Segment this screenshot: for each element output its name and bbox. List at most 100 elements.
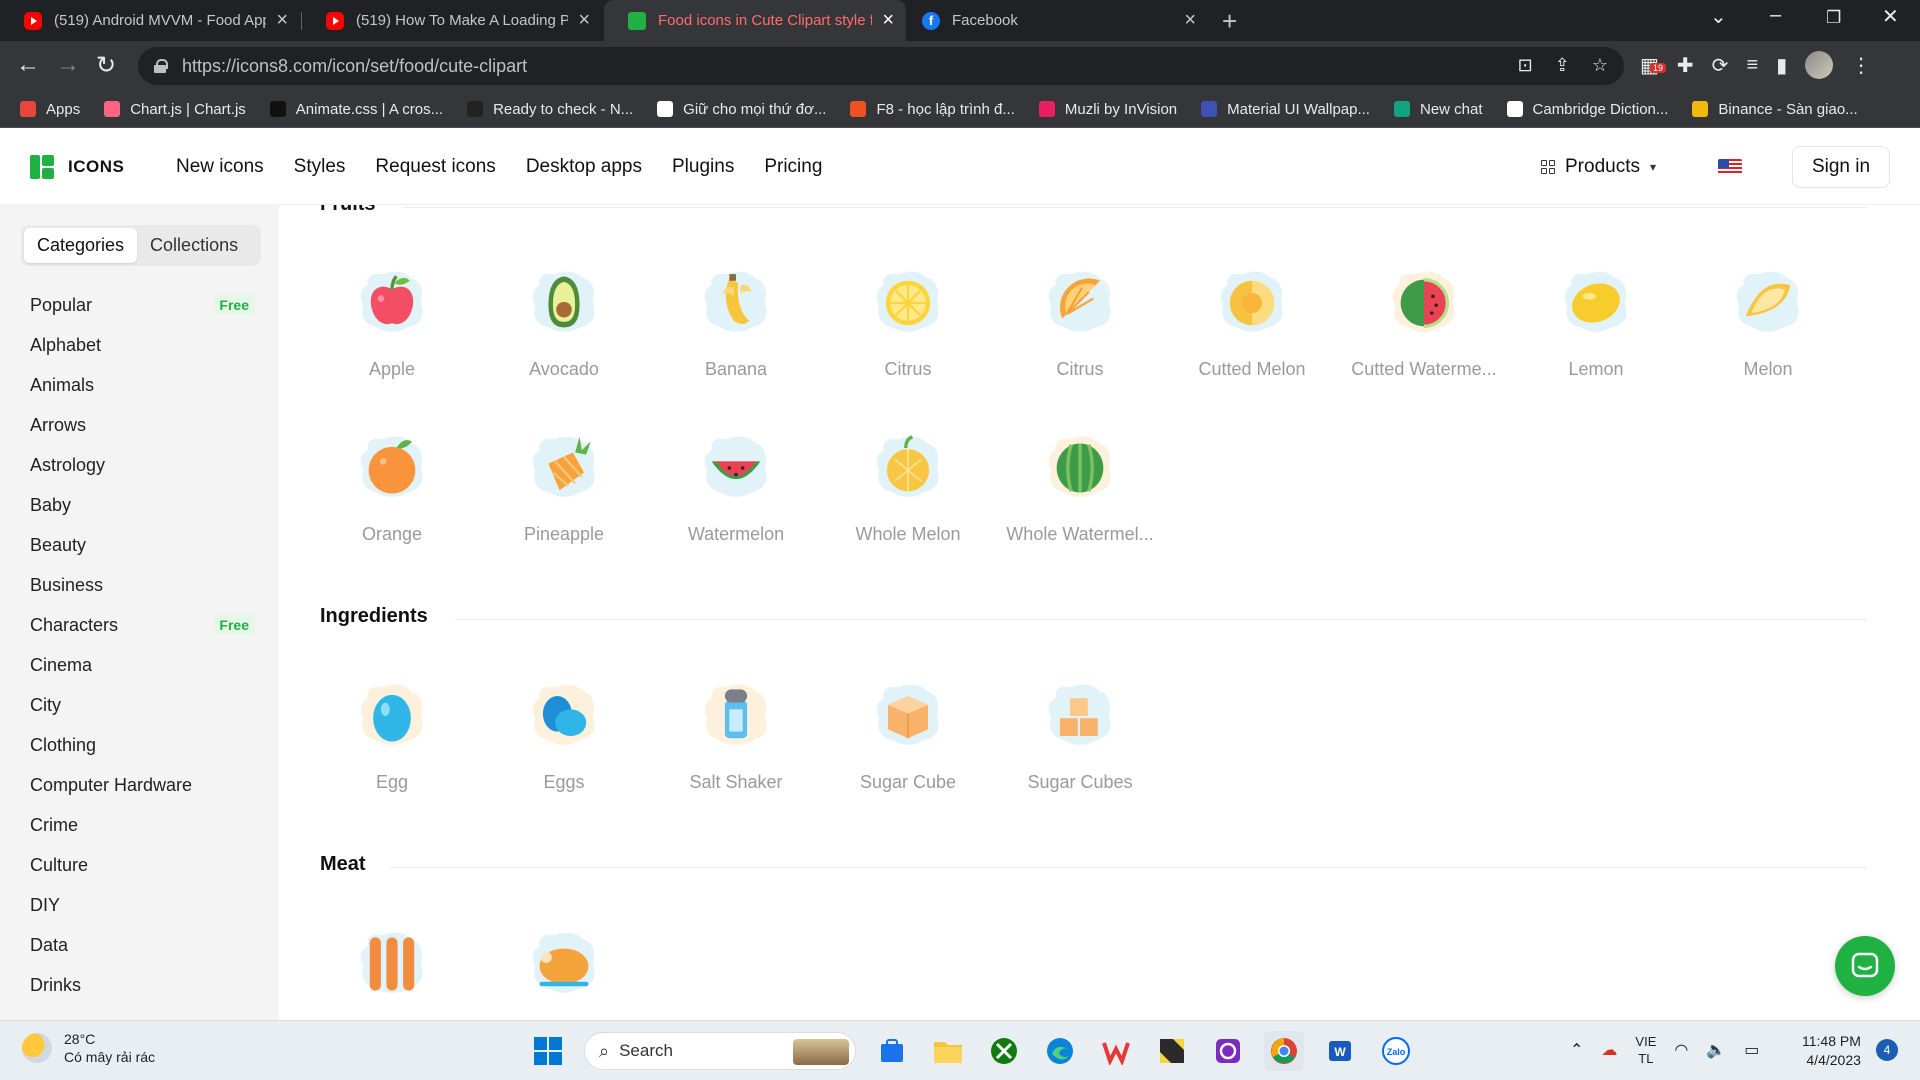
side-panel-icon[interactable]: ▮: [1776, 53, 1787, 78]
category-item[interactable]: Culture: [30, 845, 255, 885]
app-purple-icon[interactable]: [1208, 1031, 1248, 1071]
category-item[interactable]: DIY: [30, 885, 255, 925]
microsoft-store-icon[interactable]: [872, 1031, 912, 1071]
chat-support-button[interactable]: [1835, 936, 1895, 996]
input-language[interactable]: VIE TL: [1635, 1033, 1656, 1067]
url-text[interactable]: https://icons8.com/icon/set/food/cute-cl…: [182, 56, 527, 77]
icon-card[interactable]: Cutted Melon: [1166, 263, 1338, 380]
icon-card[interactable]: Citrus: [994, 263, 1166, 380]
menu-kebab-icon[interactable]: ⋮: [1851, 53, 1871, 78]
windows-start-icon[interactable]: [528, 1031, 568, 1071]
nav-plugins[interactable]: Plugins: [672, 156, 734, 178]
onedrive-icon[interactable]: ☁: [1601, 1040, 1617, 1060]
icon-card[interactable]: Banana: [650, 263, 822, 380]
bookmark-item[interactable]: Chart.js | Chart.js: [104, 101, 246, 118]
category-item[interactable]: Alphabet: [30, 325, 255, 365]
new-tab-button[interactable]: +: [1222, 6, 1237, 37]
taskbar-search[interactable]: ⌕ Search: [584, 1032, 856, 1070]
tab-categories[interactable]: Categories: [24, 228, 138, 263]
icon-card[interactable]: [306, 924, 478, 1004]
icon-card[interactable]: Sugar Cubes: [994, 676, 1166, 793]
system-clock[interactable]: 11:48 PM 4/4/2023: [1802, 1032, 1861, 1070]
icons8-logo[interactable]: ICONS: [30, 155, 124, 179]
tab-loading-page[interactable]: (519) How To Make A Loading Pa ×: [302, 0, 602, 41]
xbox-icon[interactable]: [984, 1031, 1024, 1071]
restore-button[interactable]: ❐: [1826, 8, 1841, 28]
icon-card[interactable]: Lemon: [1510, 263, 1682, 380]
bookmark-item[interactable]: New chat: [1393, 101, 1483, 118]
category-item[interactable]: Cinema: [30, 645, 255, 685]
extensions-puzzle-icon[interactable]: ✚: [1677, 53, 1694, 78]
reload-button[interactable]: ↻: [96, 51, 116, 80]
address-bar[interactable]: https://icons8.com/icon/set/food/cute-cl…: [138, 47, 1624, 85]
wifi-icon[interactable]: ◠: [1674, 1040, 1688, 1060]
tab-collections[interactable]: Collections: [137, 228, 251, 263]
icon-card[interactable]: Avocado: [478, 263, 650, 380]
category-item[interactable]: Baby: [30, 485, 255, 525]
nav-desktop-apps[interactable]: Desktop apps: [526, 156, 642, 178]
bookmark-item[interactable]: Animate.css | A cros...: [269, 101, 443, 118]
icon-card[interactable]: Whole Melon: [822, 428, 994, 545]
chrome-icon[interactable]: [1264, 1031, 1304, 1071]
tab-close-icon[interactable]: ×: [276, 9, 288, 32]
icon-card[interactable]: Pineapple: [478, 428, 650, 545]
icon-card[interactable]: Salt Shaker: [650, 676, 822, 793]
tab-android-mvvm[interactable]: (519) Android MVVM - Food App ×: [0, 0, 300, 41]
bookmark-item[interactable]: Apps: [20, 101, 80, 118]
volume-icon[interactable]: 🔈: [1706, 1040, 1726, 1060]
category-item[interactable]: Data: [30, 925, 255, 965]
icon-card[interactable]: Sugar Cube: [822, 676, 994, 793]
category-item[interactable]: City: [30, 685, 255, 725]
tab-search-icon[interactable]: ⌄: [1710, 4, 1727, 29]
icon-card[interactable]: Citrus: [822, 263, 994, 380]
forward-button[interactable]: →: [56, 51, 80, 79]
share-icon[interactable]: ⇪: [1555, 55, 1570, 76]
icon-card[interactable]: [478, 924, 650, 1004]
battery-icon[interactable]: ▭: [1744, 1040, 1759, 1060]
profile-avatar[interactable]: [1805, 51, 1834, 79]
file-explorer-icon[interactable]: [928, 1031, 968, 1071]
media-control-icon[interactable]: ≡: [1746, 54, 1758, 77]
tab-close-icon[interactable]: ×: [578, 9, 590, 32]
category-item[interactable]: Computer Hardware: [30, 765, 255, 805]
us-flag-language-icon[interactable]: [1718, 159, 1742, 175]
icon-card[interactable]: Melon: [1682, 263, 1854, 380]
category-item[interactable]: Crime: [30, 805, 255, 845]
category-item[interactable]: Popular Free: [30, 285, 255, 325]
icon-card[interactable]: Watermelon: [650, 428, 822, 545]
bookmark-item[interactable]: Cambridge Diction...: [1506, 101, 1668, 118]
bookmark-item[interactable]: Ready to check - N...: [467, 101, 633, 118]
nav-new-icons[interactable]: New icons: [176, 156, 264, 178]
weather-widget[interactable]: 28°C Có mây rải rác: [22, 1030, 155, 1066]
bookmark-item[interactable]: Material UI Wallpap...: [1201, 101, 1370, 118]
close-window-button[interactable]: ✕: [1882, 4, 1899, 29]
edge-browser-icon[interactable]: [1040, 1031, 1080, 1071]
minimize-button[interactable]: –: [1770, 4, 1781, 27]
icon-card[interactable]: Orange: [306, 428, 478, 545]
icon-card[interactable]: Cutted Waterme...: [1338, 263, 1510, 380]
bookmark-item[interactable]: Muzli by InVision: [1038, 101, 1177, 118]
wps-office-icon[interactable]: [1096, 1031, 1136, 1071]
sign-in-button[interactable]: Sign in: [1792, 146, 1890, 188]
extension-badge-icon[interactable]: ▦19: [1640, 53, 1667, 78]
tab-close-icon[interactable]: ×: [882, 9, 894, 32]
icon-card[interactable]: Whole Watermel...: [994, 428, 1166, 545]
nav-request-icons[interactable]: Request icons: [375, 156, 495, 178]
tab-icons8-food[interactable]: Food icons in Cute Clipart style fo ×: [604, 0, 906, 41]
nav-styles[interactable]: Styles: [294, 156, 346, 178]
chevron-up-icon[interactable]: ⌃: [1570, 1040, 1583, 1060]
category-item[interactable]: Drinks: [30, 965, 255, 1005]
icon-card[interactable]: Apple: [306, 263, 478, 380]
zalo-icon[interactable]: Zalo: [1376, 1031, 1416, 1071]
sync-icon[interactable]: ⟳: [1712, 53, 1729, 78]
bookmark-item[interactable]: F8 - học lập trình đ...: [850, 101, 1015, 118]
category-item[interactable]: Arrows: [30, 405, 255, 445]
category-item[interactable]: Astrology: [30, 445, 255, 485]
bookmark-item[interactable]: Binance - Sàn giao...: [1692, 101, 1858, 118]
products-dropdown[interactable]: Products ▾: [1541, 156, 1656, 178]
lock-icon[interactable]: [154, 59, 168, 73]
nav-pricing[interactable]: Pricing: [764, 156, 822, 178]
word-app-icon[interactable]: W: [1320, 1031, 1360, 1071]
icon-card[interactable]: Eggs: [478, 676, 650, 793]
icon-card[interactable]: Egg: [306, 676, 478, 793]
